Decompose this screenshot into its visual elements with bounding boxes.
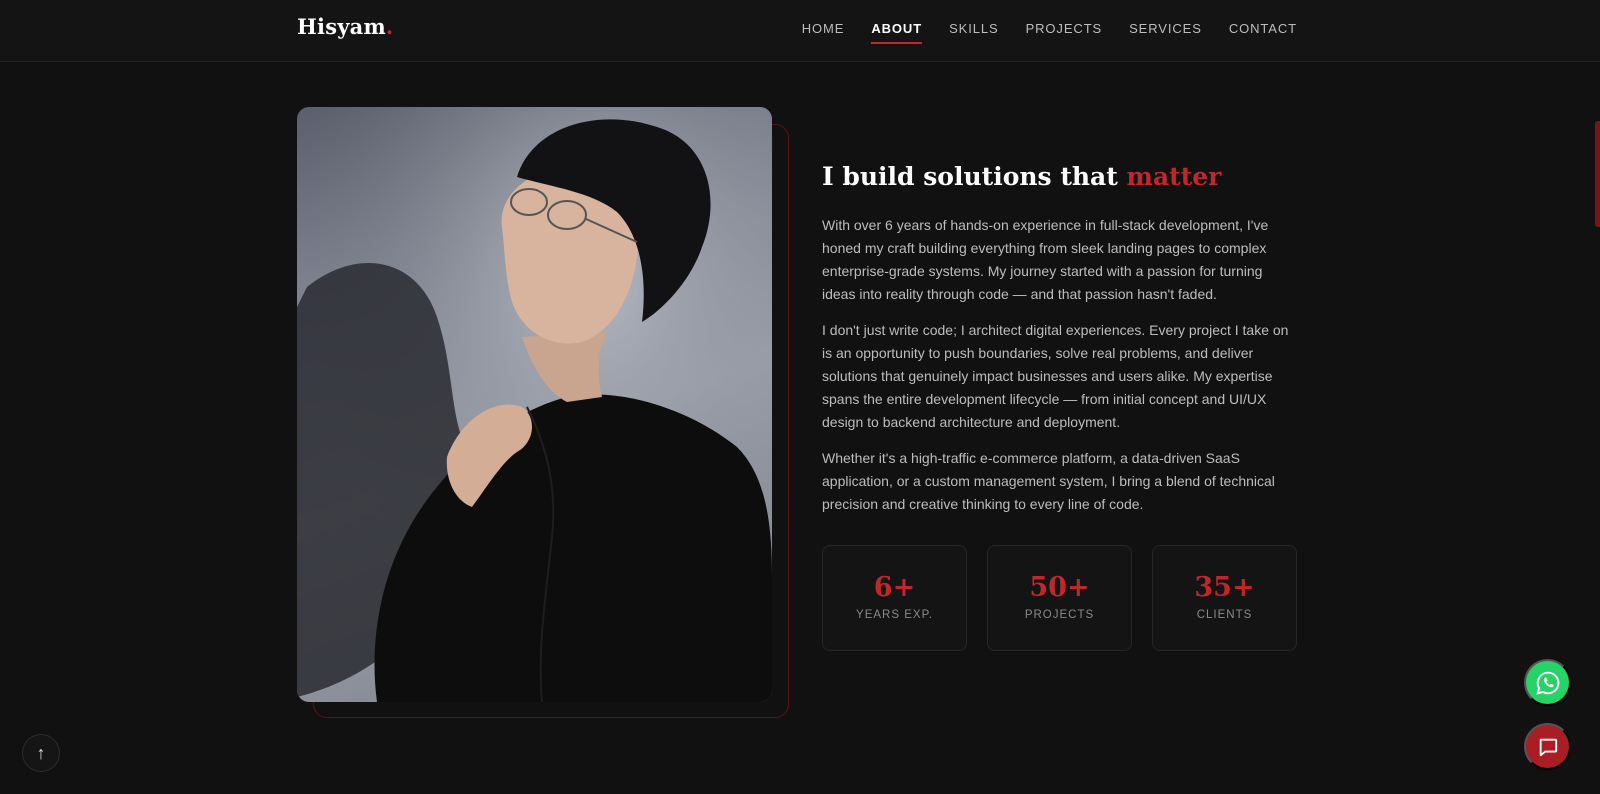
stat-value: 35+ — [1194, 572, 1255, 603]
stat-value: 50+ — [1029, 572, 1090, 603]
page: Hisyam. HOME ABOUT SKILLS PROJECTS SERVI… — [0, 0, 1600, 794]
logo-dot: . — [385, 14, 394, 39]
main-nav: HOME ABOUT SKILLS PROJECTS SERVICES CONT… — [775, 21, 1297, 44]
about-heading-text: I build solutions that — [822, 162, 1118, 191]
logo[interactable]: Hisyam. — [297, 14, 393, 39]
site-header: Hisyam. HOME ABOUT SKILLS PROJECTS SERVI… — [0, 0, 1600, 62]
scroll-to-top-button[interactable]: ↑ — [22, 734, 60, 772]
about-heading-accent: matter — [1126, 162, 1222, 191]
chat-button[interactable] — [1524, 723, 1571, 770]
nav-home[interactable]: HOME — [802, 21, 845, 44]
whatsapp-button[interactable] — [1524, 659, 1571, 706]
stat-value: 6+ — [873, 572, 916, 603]
logo-text: Hisyam — [297, 14, 386, 39]
stat-label: YEARS EXP. — [856, 609, 933, 621]
nav-contact[interactable]: CONTACT — [1229, 21, 1297, 44]
arrow-up-icon: ↑ — [36, 742, 46, 763]
profile-illustration — [297, 107, 772, 702]
nav-skills[interactable]: SKILLS — [949, 21, 999, 44]
stat-card-clients: 35+ CLIENTS — [1152, 545, 1297, 651]
about-paragraph-1: With over 6 years of hands-on experience… — [822, 217, 1269, 302]
whatsapp-icon — [1535, 671, 1559, 695]
scroll-progress-indicator — [1595, 121, 1600, 227]
stat-card-projects: 50+ PROJECTS — [987, 545, 1132, 651]
stat-label: CLIENTS — [1196, 609, 1253, 621]
nav-projects[interactable]: PROJECTS — [1026, 21, 1103, 44]
stat-card-years: 6+ YEARS EXP. — [822, 545, 967, 651]
chat-icon — [1539, 738, 1557, 756]
nav-services[interactable]: SERVICES — [1129, 21, 1202, 44]
about-paragraph-2: I don't just write code; I architect dig… — [822, 322, 1289, 430]
about-heading: I build solutions that matter — [822, 162, 1221, 191]
profile-photo — [297, 107, 772, 702]
stat-label: PROJECTS — [1024, 609, 1095, 621]
about-paragraph-3: Whether it's a high-traffic e-commerce p… — [822, 450, 1275, 512]
nav-about[interactable]: ABOUT — [871, 21, 922, 44]
